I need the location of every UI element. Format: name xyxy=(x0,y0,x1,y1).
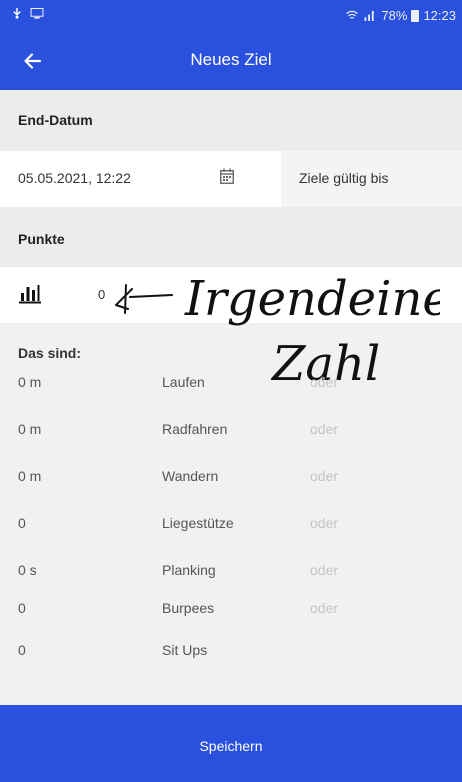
clock-time: 12:23 xyxy=(423,8,456,23)
status-left xyxy=(10,8,44,19)
end-date-value: 05.05.2021, 12:22 xyxy=(18,170,131,186)
points-input[interactable]: 0 xyxy=(68,283,448,307)
summary-title: Das sind: xyxy=(18,345,82,361)
wifi-icon xyxy=(346,10,359,19)
oder-label: oder xyxy=(310,515,339,531)
app-bar: Neues Ziel xyxy=(0,32,462,90)
exercise-row-wandern: 0 m Wandern oder xyxy=(0,456,462,496)
valid-until-text: Ziele gültig bis xyxy=(299,170,389,186)
battery-percentage: 78% xyxy=(381,8,408,23)
exercise-row-radfahren: 0 m Radfahren oder xyxy=(0,409,462,449)
download-icon xyxy=(13,8,21,19)
oder-label: oder xyxy=(310,374,339,390)
signal-icon xyxy=(364,10,375,21)
screen-icon xyxy=(30,8,44,19)
exercise-name: Wandern xyxy=(162,468,219,484)
calendar-icon[interactable] xyxy=(220,168,234,184)
exercise-name: Radfahren xyxy=(162,421,228,437)
oder-label: oder xyxy=(310,421,339,437)
exercise-amount: 0 m xyxy=(18,374,42,390)
status-bar: 78% 12:23 xyxy=(0,0,462,32)
exercise-name: Laufen xyxy=(162,374,205,390)
valid-until-label: Ziele gültig bis xyxy=(281,151,462,207)
exercise-name: Burpees xyxy=(162,600,215,616)
exercise-amount: 0 s xyxy=(18,562,37,578)
exercise-row-planking: 0 s Planking oder xyxy=(0,550,462,590)
points-row: 0 xyxy=(0,267,462,323)
save-button-label: Speichern xyxy=(199,738,263,754)
oder-label: oder xyxy=(310,562,339,578)
exercise-amount: 0 m xyxy=(18,421,42,437)
end-date-input[interactable]: 05.05.2021, 12:22 xyxy=(0,151,280,207)
exercise-amount: 0 m xyxy=(18,468,42,484)
status-right: 78% 12:23 xyxy=(345,8,456,23)
oder-label: oder xyxy=(310,600,339,616)
exercise-name: Planking xyxy=(162,562,216,578)
points-section-title: Punkte xyxy=(0,207,462,267)
exercise-amount: 0 xyxy=(18,515,26,531)
exercise-amount: 0 xyxy=(18,642,26,658)
exercise-row-laufen: 0 m Laufen oder xyxy=(0,362,462,402)
end-date-row: 05.05.2021, 12:22 Ziele gültig bis xyxy=(0,151,462,207)
battery-icon xyxy=(411,9,420,22)
exercise-name: Sit Ups xyxy=(162,642,208,658)
exercise-name: Liegestütze xyxy=(162,515,234,531)
exercise-row-sit-ups: 0 Sit Ups xyxy=(0,630,462,670)
exercise-row-burpees: 0 Burpees oder xyxy=(0,588,462,628)
exercise-row-liegestuetze: 0 Liegestütze oder xyxy=(0,503,462,543)
page-title: Neues Ziel xyxy=(190,50,272,69)
end-date-section-title: End-Datum xyxy=(0,90,462,151)
points-value: 0 xyxy=(98,287,106,302)
bar-chart-icon[interactable] xyxy=(18,281,42,305)
save-button[interactable]: Speichern xyxy=(0,705,462,782)
exercise-amount: 0 xyxy=(18,600,26,616)
oder-label: oder xyxy=(310,468,339,484)
